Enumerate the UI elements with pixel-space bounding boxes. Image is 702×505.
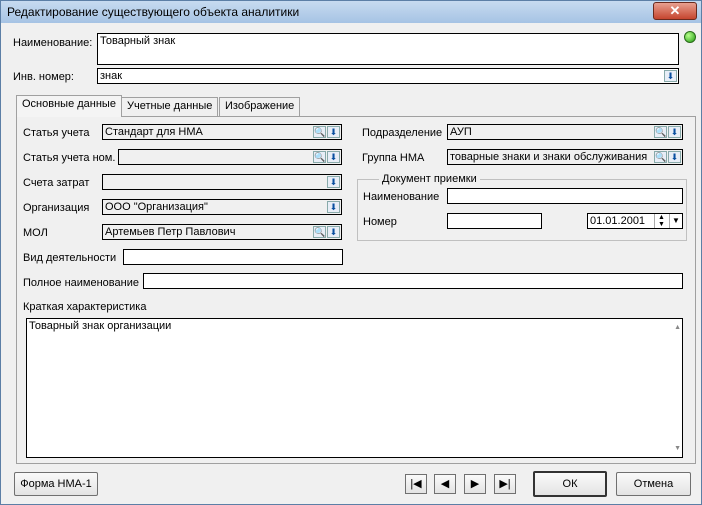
close-button[interactable]: ✕: [653, 2, 697, 20]
brief-label: Краткая характеристика: [23, 301, 147, 313]
search-icon[interactable]: 🔍: [313, 226, 326, 238]
dropdown-icon[interactable]: ⬇: [668, 126, 681, 138]
last-record-button[interactable]: ▶|: [494, 474, 516, 494]
search-icon[interactable]: 🔍: [313, 151, 326, 163]
doc-group-title: Документ приемки: [379, 173, 480, 185]
doc-date-value: 01.01.2001: [590, 215, 646, 227]
dropdown-icon[interactable]: ⬇: [327, 126, 340, 138]
mol-value: Артемьев Петр Павлович: [105, 226, 236, 238]
doc-name-field[interactable]: [447, 188, 683, 204]
dropdown-icon[interactable]: ⬇: [327, 176, 340, 188]
inv-field[interactable]: знак ⬇: [97, 68, 679, 84]
chevron-down-icon[interactable]: ▼: [669, 214, 682, 228]
dialog-window: Редактирование существующего объекта ана…: [0, 0, 702, 505]
gruppa-label: Группа НМА: [362, 152, 425, 164]
dropdown-icon[interactable]: ⬇: [327, 201, 340, 213]
doc-name-label: Наименование: [363, 191, 440, 203]
podr-field[interactable]: АУП 🔍 ⬇: [447, 124, 683, 140]
doc-num-label: Номер: [363, 216, 397, 228]
brief-value: Товарный знак организации: [29, 320, 172, 332]
inv-value: знак: [100, 70, 123, 82]
search-icon[interactable]: 🔍: [313, 126, 326, 138]
scheta-label: Счета затрат: [23, 177, 90, 189]
dropdown-icon[interactable]: ⬇: [327, 226, 340, 238]
window-title: Редактирование существующего объекта ана…: [7, 5, 300, 19]
spinner-icon[interactable]: ▲ ▼: [654, 214, 668, 228]
org-field[interactable]: ООО "Организация" ⬇: [102, 199, 342, 215]
dropdown-icon[interactable]: ⬇: [327, 151, 340, 163]
scroll-down-icon[interactable]: ▼: [674, 441, 681, 456]
brief-textarea[interactable]: Товарный знак организации ▲ ▼: [26, 318, 683, 458]
statya-field[interactable]: Стандарт для НМА 🔍 ⬇: [102, 124, 342, 140]
search-icon[interactable]: 🔍: [654, 151, 667, 163]
prev-record-button[interactable]: ◀: [434, 474, 456, 494]
name-label: Наименование:: [13, 37, 93, 49]
tab-accounting-data[interactable]: Учетные данные: [121, 97, 219, 116]
statya-nom-label: Статья учета ном.: [23, 152, 116, 164]
statya-value: Стандарт для НМА: [105, 126, 203, 138]
podr-label: Подразделение: [362, 127, 443, 139]
doc-date-field[interactable]: 01.01.2001 ▲ ▼ ▼: [587, 213, 683, 229]
doc-num-field[interactable]: [447, 213, 542, 229]
org-value: ООО "Организация": [105, 201, 208, 213]
org-label: Организация: [23, 202, 90, 214]
vid-field[interactable]: [123, 249, 343, 265]
tab-main-data[interactable]: Основные данные: [16, 95, 122, 117]
scheta-field[interactable]: ⬇: [102, 174, 342, 190]
gruppa-value: товарные знаки и знаки обслуживания: [450, 151, 648, 163]
podr-value: АУП: [450, 126, 472, 138]
scroll-up-icon[interactable]: ▲: [674, 320, 681, 335]
statya-label: Статья учета: [23, 127, 90, 139]
search-icon[interactable]: 🔍: [654, 126, 667, 138]
gruppa-field[interactable]: товарные знаки и знаки обслуживания 🔍 ⬇: [447, 149, 683, 165]
title-bar: Редактирование существующего объекта ана…: [1, 1, 701, 23]
inv-label: Инв. номер:: [13, 71, 74, 83]
vid-label: Вид деятельности: [23, 252, 117, 264]
statya-nom-field[interactable]: 🔍 ⬇: [118, 149, 342, 165]
ok-button[interactable]: ОК: [533, 471, 607, 497]
mol-field[interactable]: Артемьев Петр Павлович 🔍 ⬇: [102, 224, 342, 240]
next-record-button[interactable]: ▶: [464, 474, 486, 494]
mol-label: МОЛ: [23, 227, 48, 239]
forma-nma-button[interactable]: Форма НМА-1: [14, 472, 98, 496]
first-record-button[interactable]: |◀: [405, 474, 427, 494]
name-field[interactable]: Товарный знак: [97, 33, 679, 65]
full-name-label: Полное наименование: [23, 277, 139, 289]
dropdown-icon[interactable]: ⬇: [664, 70, 677, 82]
status-indicator-icon: [684, 31, 696, 43]
cancel-button[interactable]: Отмена: [616, 472, 691, 496]
full-name-field[interactable]: [143, 273, 683, 289]
tab-image[interactable]: Изображение: [219, 97, 301, 116]
dropdown-icon[interactable]: ⬇: [668, 151, 681, 163]
